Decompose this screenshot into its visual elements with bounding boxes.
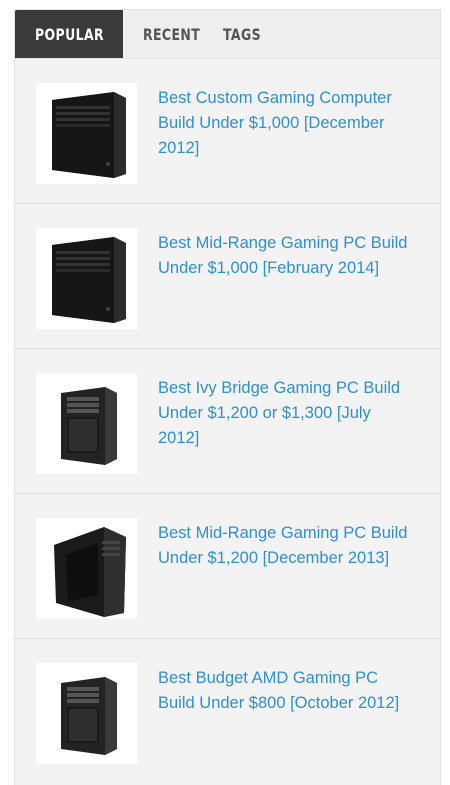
post-thumbnail[interactable] <box>36 83 137 184</box>
post-thumbnail[interactable] <box>36 663 137 764</box>
list-item: Best Budget AMD Gaming PC Build Under $8… <box>15 639 440 784</box>
post-list: Best Custom Gaming Computer Build Under … <box>15 59 440 784</box>
widget-tabs: POPULAR RECENT TAGS <box>15 10 440 59</box>
post-title-link[interactable]: Best Custom Gaming Computer Build Under … <box>158 86 416 161</box>
post-thumbnail[interactable] <box>36 228 137 329</box>
pc-case-icon <box>60 386 117 465</box>
list-item: Best Ivy Bridge Gaming PC Build Under $1… <box>15 349 440 494</box>
post-thumbnail[interactable] <box>36 373 137 474</box>
post-title-link[interactable]: Best Ivy Bridge Gaming PC Build Under $1… <box>158 376 416 451</box>
list-item: Best Custom Gaming Computer Build Under … <box>15 59 440 204</box>
tab-popular[interactable]: POPULAR <box>15 10 123 58</box>
pc-case-icon <box>51 91 126 178</box>
tab-recent[interactable]: RECENT <box>143 10 205 58</box>
tab-popular-label: POPULAR <box>35 24 104 44</box>
list-item: Best Mid-Range Gaming PC Build Under $1,… <box>15 494 440 639</box>
pc-case-icon <box>53 526 126 617</box>
pc-case-icon <box>51 236 126 323</box>
list-item: Best Mid-Range Gaming PC Build Under $1,… <box>15 204 440 349</box>
tabbed-posts-widget: POPULAR RECENT TAGS Best Custom Gaming C… <box>14 9 441 785</box>
post-title-link[interactable]: Best Budget AMD Gaming PC Build Under $8… <box>158 666 416 716</box>
post-thumbnail[interactable] <box>36 518 137 619</box>
post-title-link[interactable]: Best Mid-Range Gaming PC Build Under $1,… <box>158 521 416 571</box>
tab-tags[interactable]: TAGS <box>223 10 270 58</box>
pc-case-icon <box>60 676 117 755</box>
post-title-link[interactable]: Best Mid-Range Gaming PC Build Under $1,… <box>158 231 416 281</box>
